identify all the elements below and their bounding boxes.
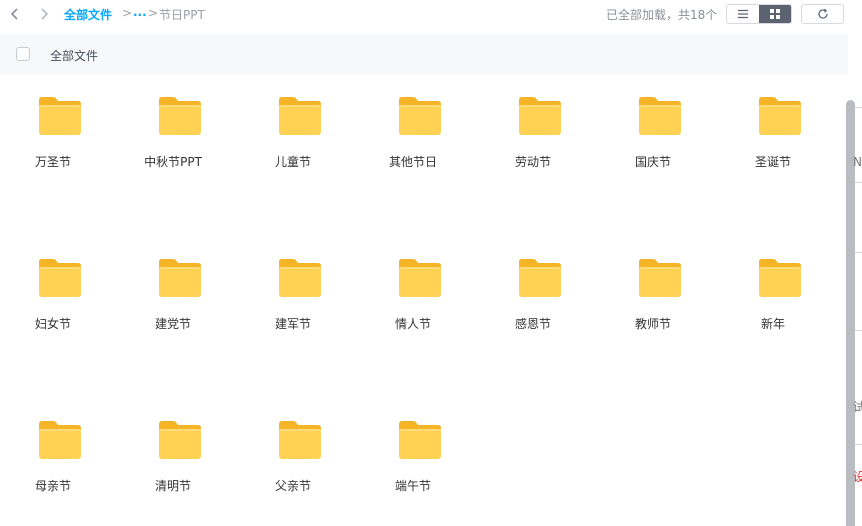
folder-item[interactable]: 端午节 xyxy=(363,406,463,526)
side-panel-divider xyxy=(855,107,862,108)
folder-item[interactable]: 教师节 xyxy=(603,244,703,364)
folder-icon xyxy=(39,259,81,297)
folder-name: 母亲节 xyxy=(34,479,71,493)
folder-item[interactable]: 父亲节 xyxy=(243,406,343,526)
folder-name: 万圣节 xyxy=(34,155,71,169)
folder-item[interactable]: 儿童节 xyxy=(243,82,343,202)
folder-icon xyxy=(279,97,321,135)
folder-item[interactable]: 情人节 xyxy=(363,244,463,364)
grid-view-icon xyxy=(770,9,780,19)
folder-item[interactable]: 建军节 xyxy=(243,244,343,364)
folder-item[interactable]: 母亲节 xyxy=(3,406,103,526)
folder-item[interactable]: 建党节 xyxy=(123,244,223,364)
folder-item[interactable]: 劳动节 xyxy=(483,82,583,202)
folder-icon xyxy=(399,421,441,459)
back-button[interactable] xyxy=(4,4,26,24)
folder-icon xyxy=(519,97,561,135)
side-panel-divider xyxy=(855,252,862,253)
list-header: 全部文件 xyxy=(0,34,848,74)
folder-icon xyxy=(159,259,201,297)
grid-view-button[interactable] xyxy=(759,5,791,23)
chevron-right-icon xyxy=(41,8,49,20)
folder-item[interactable]: 新年 xyxy=(723,244,823,364)
folder-name: 建党节 xyxy=(154,317,191,331)
folder-icon xyxy=(399,97,441,135)
breadcrumb-separator: > xyxy=(122,6,133,20)
folder-icon xyxy=(279,421,321,459)
view-toggle xyxy=(726,4,792,24)
folder-icon xyxy=(639,259,681,297)
folder-item[interactable]: 圣诞节 xyxy=(723,82,823,202)
header-label: 全部文件 xyxy=(50,49,99,63)
folder-name: 建军节 xyxy=(274,317,311,331)
folder-name: 情人节 xyxy=(394,317,431,331)
folder-icon xyxy=(39,97,81,135)
folder-icon xyxy=(39,421,81,459)
folder-item[interactable]: 国庆节 xyxy=(603,82,703,202)
folder-name: 感恩节 xyxy=(514,317,551,331)
folder-item[interactable]: 万圣节 xyxy=(3,82,103,202)
select-all-checkbox[interactable] xyxy=(16,47,30,61)
breadcrumb-ellipsis[interactable]: ... xyxy=(133,5,147,19)
folder-name: 中秋节PPT xyxy=(144,155,202,169)
breadcrumb-separator: > xyxy=(148,6,159,20)
folder-icon xyxy=(759,97,801,135)
side-panel-fragment: N xyxy=(853,155,862,169)
side-panel-divider xyxy=(855,182,862,183)
chevron-left-icon xyxy=(10,8,18,20)
side-panel-fragment: 设 xyxy=(853,470,862,484)
top-toolbar: 全部文件 > ... > 节日PPT 已全部加载，共18个 xyxy=(0,0,848,30)
forward-button[interactable] xyxy=(33,4,55,24)
folder-item[interactable]: 中秋节PPT xyxy=(123,82,223,202)
folder-name: 清明节 xyxy=(154,479,191,493)
folder-icon xyxy=(399,259,441,297)
folder-icon xyxy=(759,259,801,297)
side-panel-fragment: 试 xyxy=(853,400,862,414)
folder-item[interactable]: 妇女节 xyxy=(3,244,103,364)
refresh-button[interactable] xyxy=(801,4,844,24)
list-view-icon xyxy=(738,9,748,19)
folder-name: 儿童节 xyxy=(274,155,311,169)
folder-icon xyxy=(159,421,201,459)
folder-icon xyxy=(519,259,561,297)
load-status-text: 已全部加载，共18个 xyxy=(606,8,718,22)
breadcrumb-root[interactable]: 全部文件 xyxy=(64,6,112,23)
breadcrumb-current: 节日PPT xyxy=(159,8,205,22)
folder-name: 新年 xyxy=(760,317,785,331)
folder-name: 妇女节 xyxy=(34,317,71,331)
folder-name: 国庆节 xyxy=(634,155,671,169)
refresh-icon xyxy=(817,8,828,19)
file-browser: 全部文件 > ... > 节日PPT 已全部加载，共18个 全部文件 万圣节 中… xyxy=(0,0,862,526)
folder-icon xyxy=(159,97,201,135)
folder-item[interactable]: 其他节日 xyxy=(363,82,463,202)
folder-item[interactable]: 感恩节 xyxy=(483,244,583,364)
folder-name: 父亲节 xyxy=(274,479,311,493)
folder-name: 教师节 xyxy=(634,317,671,331)
list-view-button[interactable] xyxy=(727,5,759,23)
folder-name: 圣诞节 xyxy=(754,155,791,169)
side-panel-divider xyxy=(855,444,862,445)
folder-item[interactable]: 清明节 xyxy=(123,406,223,526)
folder-name: 劳动节 xyxy=(514,155,551,169)
folder-icon xyxy=(279,259,321,297)
folder-icon xyxy=(639,97,681,135)
folder-name: 其他节日 xyxy=(388,155,437,169)
side-panel-divider xyxy=(855,330,862,331)
folder-name: 端午节 xyxy=(394,479,431,493)
